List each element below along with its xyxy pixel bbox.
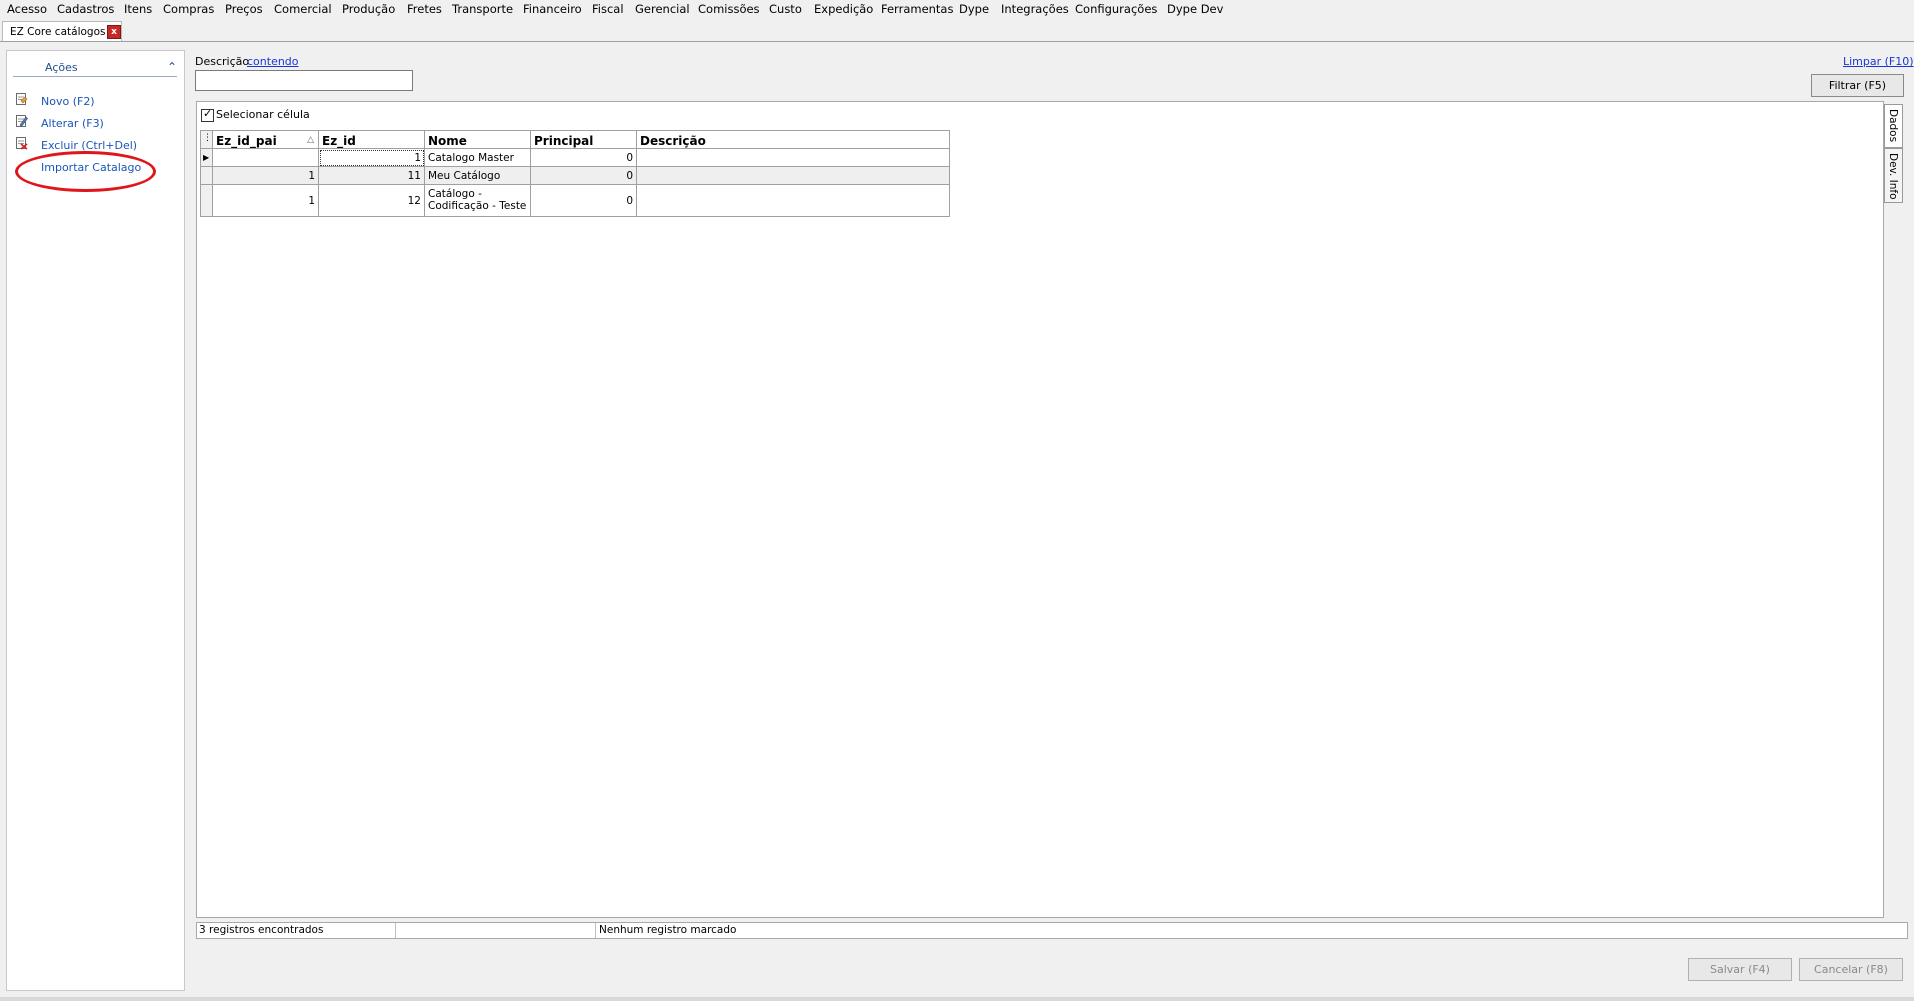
menu-fretes[interactable]: Fretes: [407, 2, 442, 16]
document-tab[interactable]: EZ Core catálogos x: [2, 21, 122, 42]
column-chooser-icon[interactable]: ⋮: [201, 131, 213, 149]
checkmark-icon: ✓: [203, 107, 213, 120]
cell-ez-id[interactable]: 12: [319, 185, 425, 217]
cell-ez-id-pai[interactable]: 1: [213, 185, 319, 217]
cell-principal[interactable]: 0: [531, 185, 637, 217]
menu-dype-dev[interactable]: Dype Dev: [1167, 2, 1223, 16]
menu-financeiro[interactable]: Financeiro: [523, 2, 582, 16]
menu-cadastros[interactable]: Cadastros: [57, 2, 114, 16]
grid-header: ⋮ Ez_id_pai △ Ez_id Nome Principal Descr…: [200, 130, 950, 149]
menu-ferramentas[interactable]: Ferramentas: [881, 2, 953, 16]
menu-acesso[interactable]: Acesso: [7, 2, 47, 16]
menu-itens[interactable]: Itens: [124, 2, 152, 16]
descricao-label: Descrição: [195, 55, 250, 68]
cell-descricao[interactable]: [637, 185, 950, 217]
descricao-mode-link[interactable]: contendo: [247, 55, 299, 68]
menu-fiscal[interactable]: Fiscal: [592, 2, 624, 16]
status-middle: [395, 923, 596, 938]
document-tab-title: EZ Core catálogos: [10, 26, 106, 38]
menu-precos[interactable]: Preços: [225, 2, 263, 16]
taskbar-strip: [0, 997, 1914, 1001]
actions-header[interactable]: Ações ⌃: [7, 57, 184, 74]
close-tab-icon[interactable]: x: [107, 25, 121, 39]
side-tab-dev-info-label: Dev. Info: [1887, 153, 1899, 200]
menu-integracoes[interactable]: Integrações: [1001, 2, 1069, 16]
grid-panel: ✓ Selecionar célula ⋮ Ez_id_pai △ Ez_id …: [196, 101, 1884, 918]
select-cell-label: Selecionar célula: [216, 108, 310, 121]
cell-descricao[interactable]: [637, 149, 950, 167]
cell-ez-id-pai[interactable]: 1: [213, 167, 319, 185]
descricao-input[interactable]: [195, 70, 413, 91]
menu-gerencial[interactable]: Gerencial: [635, 2, 690, 16]
status-bar: 3 registros encontrados Nenhum registro …: [196, 922, 1908, 939]
cell-ez-id[interactable]: 11: [319, 167, 425, 185]
new-document-icon: [16, 93, 28, 105]
marked-records-status: Nenhum registro marcado: [599, 924, 737, 936]
actions-divider: [13, 76, 177, 77]
action-novo[interactable]: Novo (F2): [15, 92, 180, 108]
filtrar-button[interactable]: Filtrar (F5): [1811, 74, 1904, 97]
cell-nome[interactable]: Meu Catálogo: [425, 167, 531, 185]
table-row[interactable]: 1 11 Meu Catálogo 0: [200, 167, 950, 185]
table-row[interactable]: 1 12 Catálogo - Codificação - Teste 0: [200, 185, 950, 217]
highlight-circle: [15, 151, 156, 192]
table-row[interactable]: ▶ 1 Catalogo Master 0: [200, 149, 950, 167]
side-tab-dados[interactable]: Dados: [1884, 104, 1903, 148]
cell-descricao[interactable]: [637, 167, 950, 185]
column-principal[interactable]: Principal: [531, 131, 637, 149]
collapse-chevron-icon[interactable]: ⌃: [167, 60, 177, 74]
menu-comissoes[interactable]: Comissões: [698, 2, 760, 16]
cell-principal[interactable]: 0: [531, 167, 637, 185]
column-descricao[interactable]: Descrição: [637, 131, 950, 149]
limpar-link[interactable]: Limpar (F10): [1843, 55, 1914, 68]
menu-configuracoes[interactable]: Configurações: [1075, 2, 1157, 16]
actions-header-label: Ações: [45, 61, 78, 74]
cell-nome[interactable]: Catálogo - Codificação - Teste: [425, 185, 531, 217]
row-selector[interactable]: [201, 185, 213, 217]
column-ez-id[interactable]: Ez_id: [319, 131, 425, 149]
menu-producao[interactable]: Produção: [342, 2, 395, 16]
cell-ez-id[interactable]: 1: [319, 149, 425, 167]
row-selector[interactable]: [201, 167, 213, 185]
cancelar-button[interactable]: Cancelar (F8): [1799, 958, 1903, 981]
column-nome[interactable]: Nome: [425, 131, 531, 149]
select-cell-checkbox[interactable]: ✓: [201, 107, 214, 122]
edit-document-icon: [16, 115, 28, 127]
column-ez-id-pai-label: Ez_id_pai: [216, 134, 277, 148]
cell-principal[interactable]: 0: [531, 149, 637, 167]
menu-expedicao[interactable]: Expedição: [814, 2, 873, 16]
side-tab-dev-info[interactable]: Dev. Info: [1884, 148, 1903, 203]
action-excluir[interactable]: Excluir (Ctrl+Del): [15, 136, 180, 152]
menu-comercial[interactable]: Comercial: [274, 2, 332, 16]
cell-ez-id-pai[interactable]: [213, 149, 319, 167]
delete-document-icon: [16, 137, 28, 150]
menu-transporte[interactable]: Transporte: [452, 2, 513, 16]
menu-custo[interactable]: Custo: [769, 2, 802, 16]
action-novo-label: Novo (F2): [41, 95, 95, 108]
salvar-button[interactable]: Salvar (F4): [1688, 958, 1792, 981]
menu-compras[interactable]: Compras: [163, 2, 214, 16]
action-alterar[interactable]: Alterar (F3): [15, 114, 180, 130]
menu-dype[interactable]: Dype: [959, 2, 989, 16]
sort-ascending-icon: △: [307, 135, 314, 145]
column-ez-id-pai[interactable]: Ez_id_pai △: [213, 131, 319, 149]
action-alterar-label: Alterar (F3): [41, 117, 104, 130]
records-found-status: 3 registros encontrados: [197, 923, 396, 938]
current-row-indicator-icon: ▶: [201, 149, 213, 167]
cell-nome[interactable]: Catalogo Master: [425, 149, 531, 167]
side-tab-dados-label: Dados: [1887, 109, 1899, 143]
tab-divider: [0, 41, 1914, 42]
menu-bar: Acesso Cadastros Itens Compras Preços Co…: [0, 0, 1914, 20]
